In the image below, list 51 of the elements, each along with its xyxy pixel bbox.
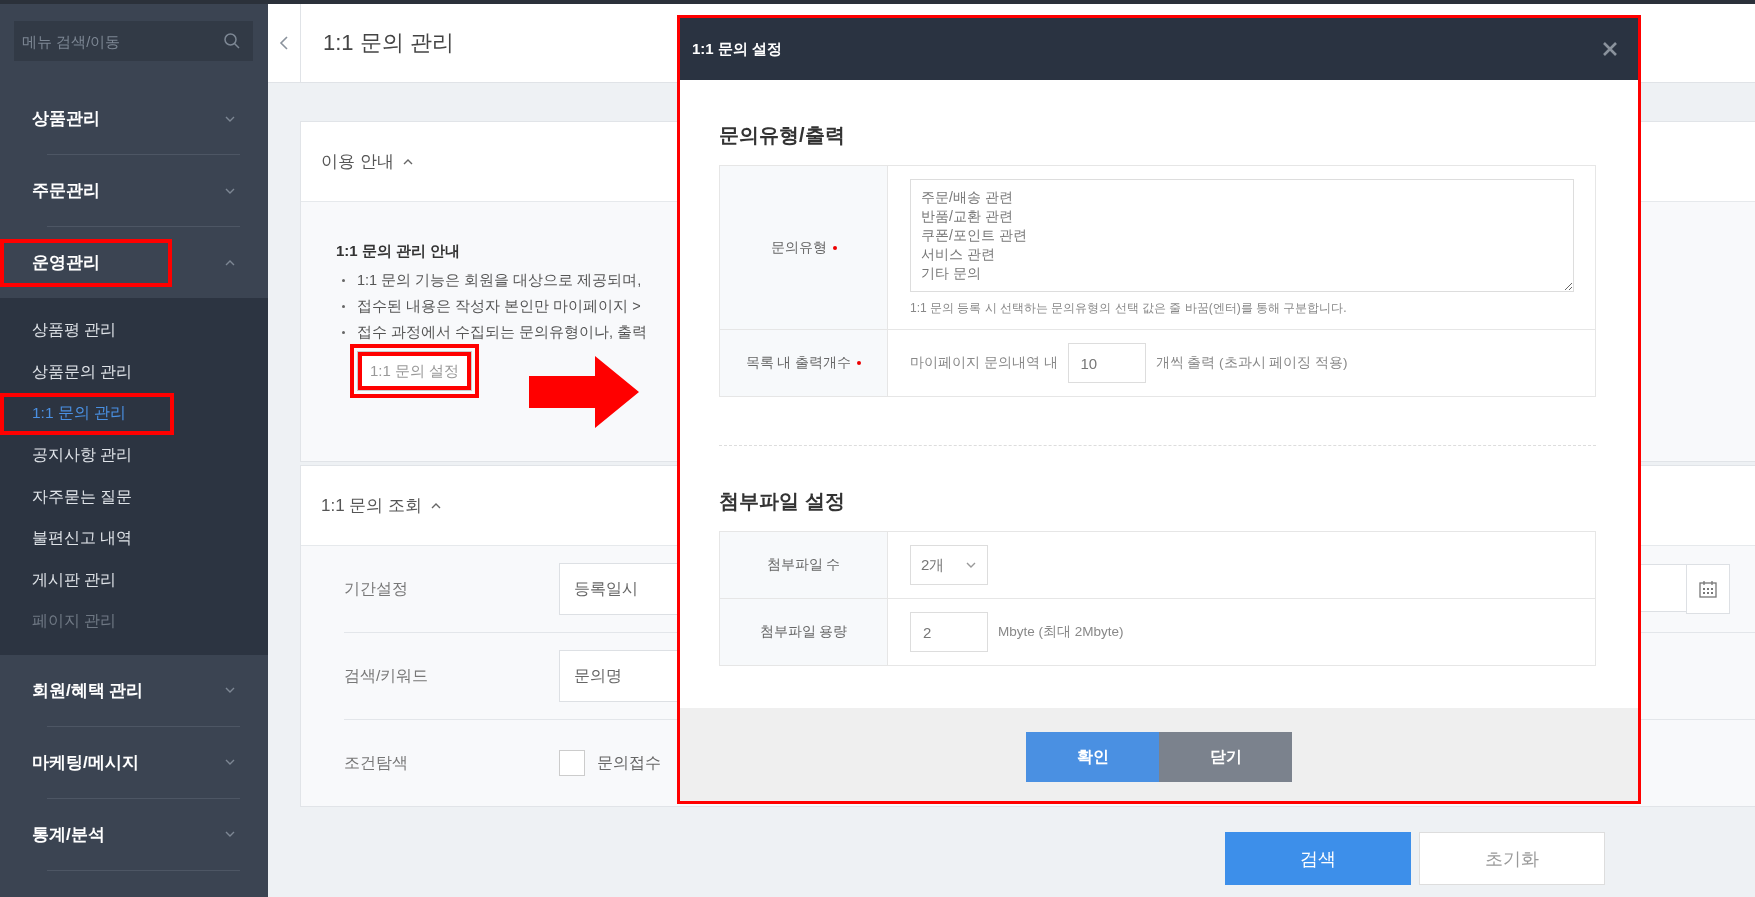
field-label: 첨부파일 수 xyxy=(766,556,841,574)
close-icon xyxy=(1603,42,1617,56)
number-field[interactable]: 2 xyxy=(910,612,988,652)
sidebar-item[interactable]: 자주묻는 질문 xyxy=(0,476,174,518)
section-title: 문의유형/출력 xyxy=(719,123,846,148)
sidebar-group[interactable]: 회원/혜택 관리 xyxy=(0,666,172,715)
checkbox-label[interactable]: 문의접수 xyxy=(597,752,661,774)
guide-text: 접수 과정에서 수집되는 문의유형이나, 출력 xyxy=(357,322,648,342)
field-label: 목록 내 출력개수 xyxy=(745,354,852,372)
guide-text: 1:1 문의 기능은 회원을 대상으로 제공되며, xyxy=(357,270,642,290)
section-title: 첨부파일 설정 xyxy=(719,489,846,514)
card-title[interactable]: 1:1 문의 조회 xyxy=(321,494,423,517)
sidebar-item[interactable]: 1:1 문의 관리 xyxy=(0,393,174,435)
field-label: 문의유형 xyxy=(770,238,827,257)
field-suffix: 개씩 출력 (초과시 페이징 적용) xyxy=(1155,354,1348,372)
sidebar-item[interactable]: 상품평 관리 xyxy=(0,310,174,352)
guide-heading: 1:1 문의 관리 안내 xyxy=(336,242,461,261)
sidebar-item[interactable]: 상품문의 관리 xyxy=(0,351,174,394)
dialog-button[interactable]: 닫기 xyxy=(1159,732,1292,782)
sidebar-item[interactable]: 공지사항 관리 xyxy=(0,434,174,477)
sidebar-group[interactable]: 마케팅/메시지 xyxy=(0,738,172,787)
field-prefix: 마이페이지 문의내역 내 xyxy=(910,354,1058,372)
search-field[interactable]: 메뉴 검색/이동 xyxy=(14,21,253,61)
select-field[interactable]: 2개 xyxy=(910,545,988,585)
sidebar-item[interactable]: 게시판 관리 xyxy=(0,559,174,602)
bullet-icon xyxy=(342,304,345,308)
bullet-icon xyxy=(342,330,345,334)
search-icon xyxy=(223,32,241,50)
field-suffix: Mbyte (최대 2Mbyte) xyxy=(998,623,1124,641)
chevron-down-icon xyxy=(965,560,977,570)
card-title[interactable]: 이용 안내 xyxy=(321,150,394,173)
number-field[interactable]: 10 xyxy=(1067,343,1146,383)
sidebar-group[interactable]: 상품관리 xyxy=(0,94,172,143)
field-label: 검색/키워드 xyxy=(344,665,430,686)
field-label: 첨부파일 용량 xyxy=(759,623,848,641)
hint-text: 1:1 문의 등록 시 선택하는 문의유형의 선택 값은 줄 바꿈(엔터)를 통해 구분합니다. xyxy=(910,300,1347,317)
field-label: 기간설정 xyxy=(344,578,409,599)
calendar-icon xyxy=(1698,579,1718,599)
dialog-title: 1:1 문의 설정 xyxy=(692,39,782,59)
page-title: 1:1 문의 관리 xyxy=(322,29,454,57)
calendar-button[interactable] xyxy=(1686,564,1730,614)
chevron-left-icon xyxy=(279,35,289,51)
guide-text: 접수된 내용은 작성자 본인만 마이페이지 > xyxy=(357,296,641,316)
bullet-icon xyxy=(342,278,345,282)
checkbox[interactable] xyxy=(559,750,585,776)
sidebar-group[interactable]: 운영관리 xyxy=(0,238,172,287)
sidebar-group[interactable]: 통계/분석 xyxy=(0,810,172,859)
sidebar-group[interactable]: 주문관리 xyxy=(0,166,172,215)
text-area[interactable]: 주문/배송 관련 반품/교환 관련 쿠폰/포인트 관련 서비스 관련 기타 문의 xyxy=(910,179,1574,292)
sidebar-item[interactable]: 불편신고 내역 xyxy=(0,517,174,560)
field-label: 조건탐색 xyxy=(344,752,409,773)
